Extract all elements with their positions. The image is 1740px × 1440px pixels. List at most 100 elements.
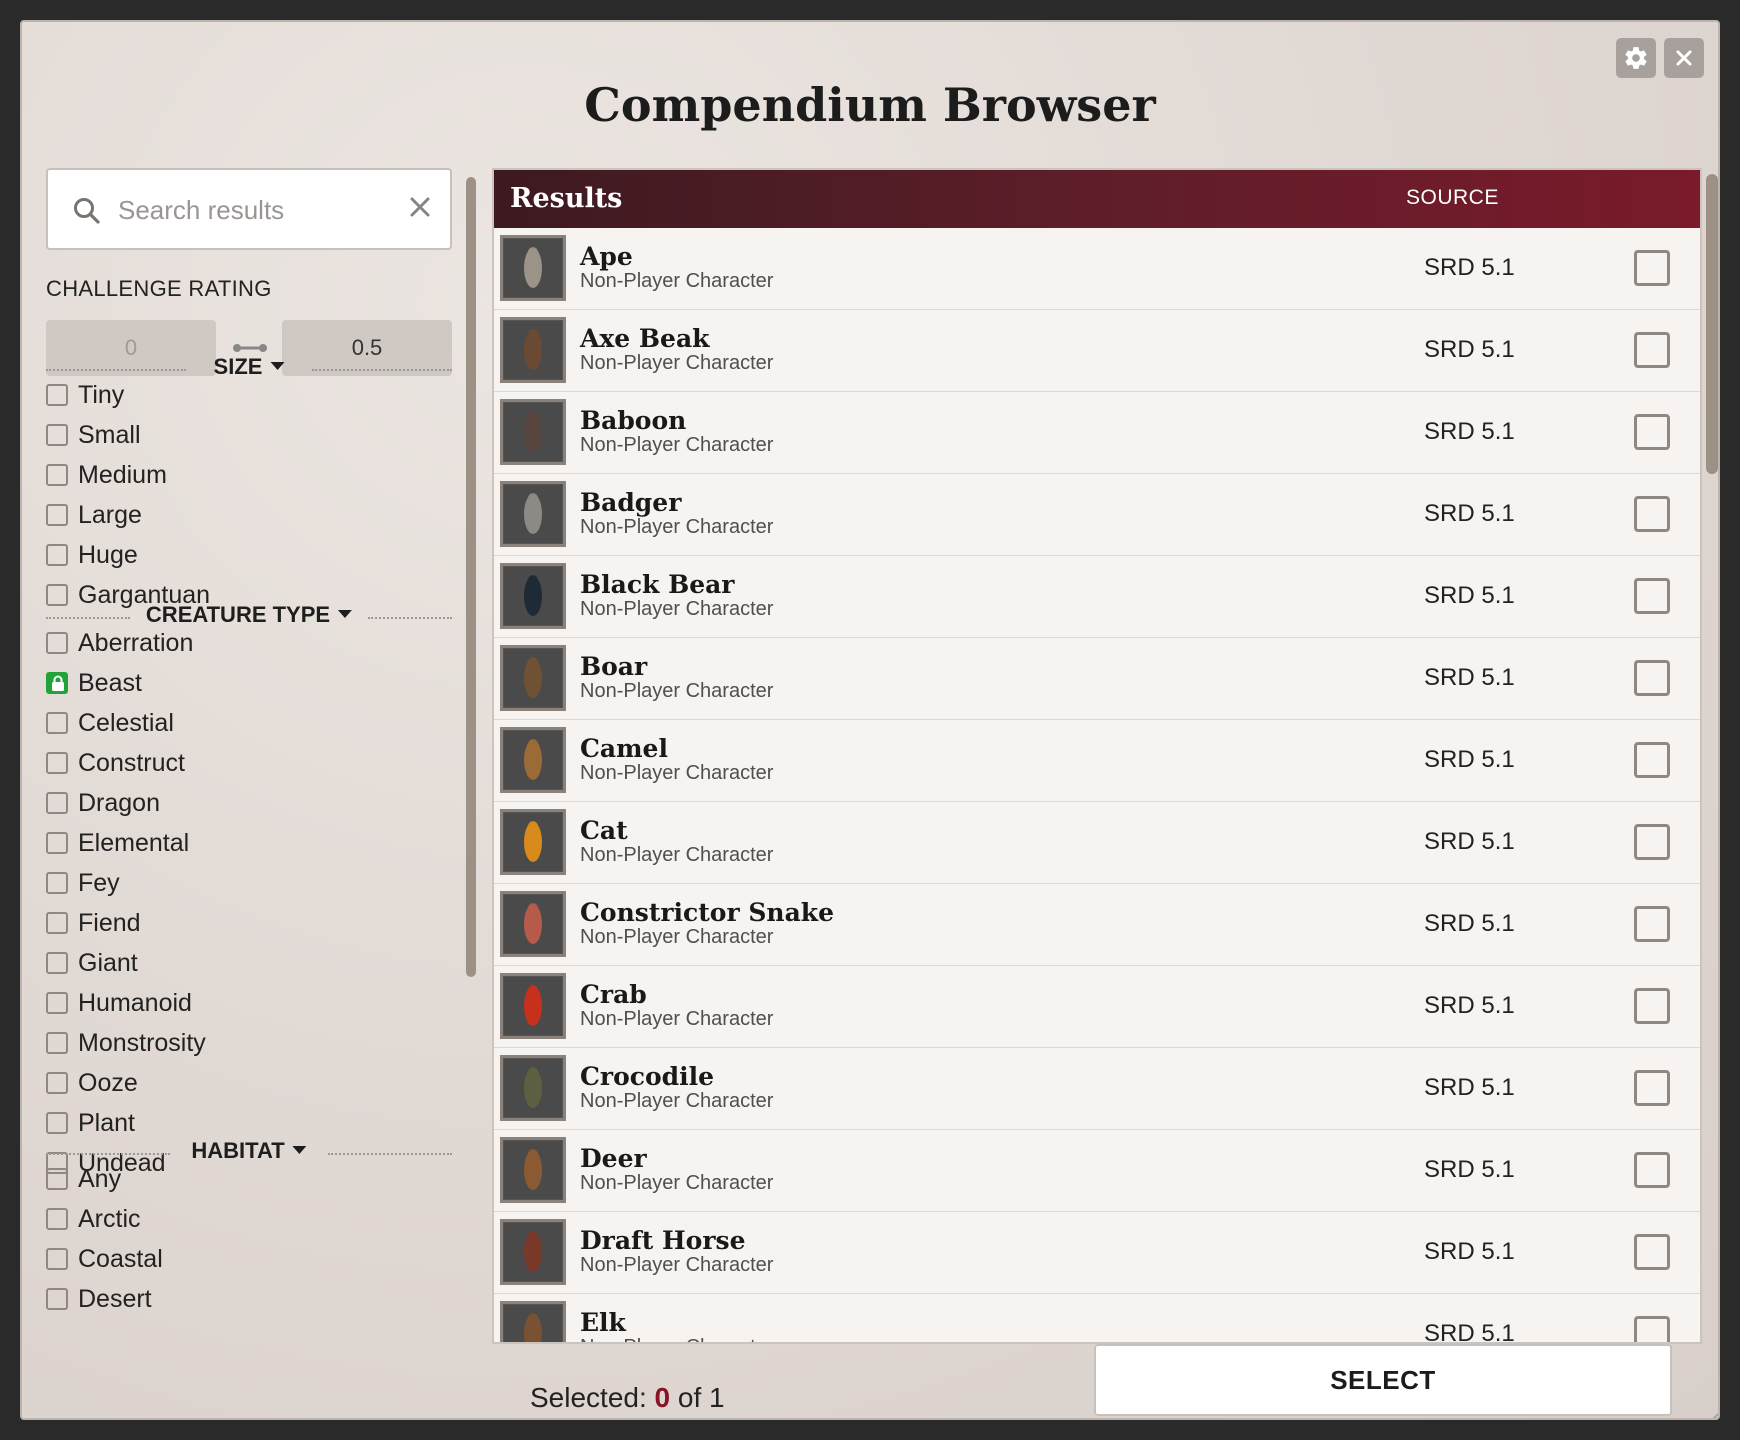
result-row[interactable]: Camel Non-Player Character SRD 5.1 — [494, 720, 1700, 802]
source-column-header[interactable]: SOURCE — [1406, 186, 1499, 210]
result-row[interactable]: Cat Non-Player Character SRD 5.1 — [494, 802, 1700, 884]
result-name[interactable]: Black Bear — [580, 570, 734, 599]
result-select-checkbox[interactable] — [1634, 496, 1670, 532]
type-filter-beast[interactable]: Beast — [46, 663, 452, 703]
sidebar-scrollbar[interactable] — [466, 177, 476, 977]
checkbox[interactable] — [46, 504, 68, 526]
result-select-checkbox[interactable] — [1634, 1152, 1670, 1188]
lock-icon[interactable] — [46, 672, 68, 694]
result-name[interactable]: Elk — [580, 1308, 626, 1337]
checkbox[interactable] — [46, 384, 68, 406]
result-select-checkbox[interactable] — [1634, 824, 1670, 860]
close-button[interactable] — [1664, 38, 1704, 78]
checkbox[interactable] — [46, 1032, 68, 1054]
checkbox[interactable] — [46, 1248, 68, 1270]
result-name[interactable]: Constrictor Snake — [580, 898, 834, 927]
checkbox[interactable] — [46, 1288, 68, 1310]
result-row[interactable]: Axe Beak Non-Player Character SRD 5.1 — [494, 310, 1700, 392]
result-name[interactable]: Ape — [580, 242, 633, 271]
result-name[interactable]: Camel — [580, 734, 668, 763]
result-select-checkbox[interactable] — [1634, 742, 1670, 778]
result-select-checkbox[interactable] — [1634, 1316, 1670, 1342]
result-row[interactable]: Draft Horse Non-Player Character SRD 5.1 — [494, 1212, 1700, 1294]
result-name[interactable]: Cat — [580, 816, 628, 845]
size-filter-tiny[interactable]: Tiny — [46, 375, 452, 415]
checkbox[interactable] — [46, 1112, 68, 1134]
checkbox[interactable] — [46, 752, 68, 774]
result-row[interactable]: Black Bear Non-Player Character SRD 5.1 — [494, 556, 1700, 638]
habitat-filter-any[interactable]: Any — [46, 1159, 452, 1199]
type-filter-giant[interactable]: Giant — [46, 943, 452, 983]
checkbox[interactable] — [46, 1208, 68, 1230]
checkbox[interactable] — [46, 792, 68, 814]
result-name[interactable]: Boar — [580, 652, 647, 681]
type-filter-construct[interactable]: Construct — [46, 743, 452, 783]
size-filter-huge[interactable]: Huge — [46, 535, 452, 575]
result-name[interactable]: Axe Beak — [580, 324, 709, 353]
result-select-checkbox[interactable] — [1634, 332, 1670, 368]
settings-button[interactable] — [1616, 38, 1656, 78]
result-name[interactable]: Deer — [580, 1144, 647, 1173]
result-row[interactable]: Deer Non-Player Character SRD 5.1 — [494, 1130, 1700, 1212]
results-scrollbar[interactable] — [1706, 174, 1718, 474]
result-name[interactable]: Crab — [580, 980, 647, 1009]
results-header: Results SOURCE — [494, 170, 1700, 228]
size-filter-large[interactable]: Large — [46, 495, 452, 535]
result-select-checkbox[interactable] — [1634, 1234, 1670, 1270]
result-row[interactable]: Constrictor Snake Non-Player Character SRD… — [494, 884, 1700, 966]
result-select-checkbox[interactable] — [1634, 906, 1670, 942]
close-icon — [1676, 50, 1692, 66]
size-filter-medium[interactable]: Medium — [46, 455, 452, 495]
creature-token-image — [500, 809, 566, 875]
search-input[interactable] — [118, 188, 378, 232]
checkbox[interactable] — [46, 424, 68, 446]
type-filter-monstrosity[interactable]: Monstrosity — [46, 1023, 452, 1063]
type-filter-dragon[interactable]: Dragon — [46, 783, 452, 823]
result-select-checkbox[interactable] — [1634, 250, 1670, 286]
result-row[interactable]: Crocodile Non-Player Character SRD 5.1 — [494, 1048, 1700, 1130]
checkbox[interactable] — [46, 912, 68, 934]
size-filter-small[interactable]: Small — [46, 415, 452, 455]
checkbox[interactable] — [46, 952, 68, 974]
creature-token-image — [500, 973, 566, 1039]
checkbox[interactable] — [46, 1168, 68, 1190]
result-row[interactable]: Ape Non-Player Character SRD 5.1 — [494, 228, 1700, 310]
type-filter-plant[interactable]: Plant — [46, 1103, 452, 1143]
clear-search-icon[interactable] — [408, 192, 432, 224]
habitat-filter-desert[interactable]: Desert — [46, 1279, 452, 1319]
challenge-rating-label: CHALLENGE RATING — [46, 276, 272, 301]
type-filter-aberration[interactable]: Aberration — [46, 623, 452, 663]
result-name[interactable]: Draft Horse — [580, 1226, 746, 1255]
result-row[interactable]: Badger Non-Player Character SRD 5.1 — [494, 474, 1700, 556]
checkbox[interactable] — [46, 1072, 68, 1094]
result-select-checkbox[interactable] — [1634, 988, 1670, 1024]
type-filter-celestial[interactable]: Celestial — [46, 703, 452, 743]
result-name[interactable]: Crocodile — [580, 1062, 714, 1091]
type-filter-fey[interactable]: Fey — [46, 863, 452, 903]
habitat-filter-arctic[interactable]: Arctic — [46, 1199, 452, 1239]
result-select-checkbox[interactable] — [1634, 1070, 1670, 1106]
result-row[interactable]: Boar Non-Player Character SRD 5.1 — [494, 638, 1700, 720]
result-name[interactable]: Baboon — [580, 406, 686, 435]
select-button[interactable]: SELECT — [1094, 1344, 1672, 1416]
resize-handle-icon[interactable] — [1708, 1408, 1720, 1420]
result-name[interactable]: Badger — [580, 488, 681, 517]
checkbox[interactable] — [46, 712, 68, 734]
type-filter-ooze[interactable]: Ooze — [46, 1063, 452, 1103]
result-select-checkbox[interactable] — [1634, 414, 1670, 450]
checkbox[interactable] — [46, 832, 68, 854]
checkbox[interactable] — [46, 992, 68, 1014]
type-filter-elemental[interactable]: Elemental — [46, 823, 452, 863]
result-row[interactable]: ElkNon-Player Character SRD 5.1 — [494, 1294, 1700, 1342]
habitat-filter-coastal[interactable]: Coastal — [46, 1239, 452, 1279]
checkbox[interactable] — [46, 872, 68, 894]
result-select-checkbox[interactable] — [1634, 578, 1670, 614]
type-filter-humanoid[interactable]: Humanoid — [46, 983, 452, 1023]
type-filter-fiend[interactable]: Fiend — [46, 903, 452, 943]
checkbox[interactable] — [46, 632, 68, 654]
checkbox[interactable] — [46, 464, 68, 486]
checkbox[interactable] — [46, 544, 68, 566]
result-row[interactable]: Crab Non-Player Character SRD 5.1 — [494, 966, 1700, 1048]
result-select-checkbox[interactable] — [1634, 660, 1670, 696]
result-row[interactable]: Baboon Non-Player Character SRD 5.1 — [494, 392, 1700, 474]
